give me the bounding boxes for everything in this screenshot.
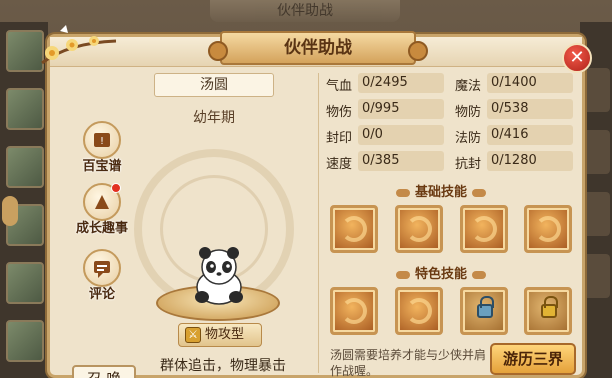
stat-label: 魔法 xyxy=(455,79,482,94)
basic-skill-slot[interactable] xyxy=(460,205,508,253)
special-skill-slot[interactable] xyxy=(395,287,443,335)
partner-name: 汤圆 xyxy=(154,73,274,97)
treasure-book-icon: ! xyxy=(83,121,121,159)
basic-skill-slot[interactable] xyxy=(330,205,378,253)
right-tab[interactable] xyxy=(582,192,610,236)
partner-stage: 幼年期 xyxy=(193,110,235,126)
ornament-icon xyxy=(396,270,411,279)
stat-label: 封印 xyxy=(326,131,353,146)
close-icon[interactable]: ✕ xyxy=(562,43,592,73)
stat-label: 气血 xyxy=(326,79,353,94)
basic-skills-title: 基础技能 xyxy=(414,185,467,200)
ornament-icon xyxy=(396,188,411,197)
scroll-left-arrow-icon[interactable] xyxy=(2,196,18,226)
right-tab[interactable] xyxy=(582,254,610,298)
stat-value: 0/0 xyxy=(358,125,444,145)
stat-value: 0/1400 xyxy=(487,73,573,93)
partner-assist-dialog: 伙伴助战 ✕ 汤圆 幼年期 ! 百宝谱 成长趣事 评论 ⚔ 物攻型 群体追击，物… xyxy=(41,25,592,378)
attack-type-icon: ⚔ xyxy=(185,327,201,343)
special-skill-slot-locked[interactable] xyxy=(460,287,508,335)
journey-button[interactable]: 游历三界 xyxy=(490,343,576,375)
summon-button[interactable]: 召 唤 xyxy=(72,365,136,378)
cultivation-note: 汤圆需要培养才能与少侠并肩作战喔。 xyxy=(330,348,487,378)
dialog-title: 伙伴助战 xyxy=(208,31,428,65)
partner-portrait[interactable] xyxy=(6,262,44,304)
special-skill-slot[interactable] xyxy=(330,287,378,335)
treasure-book-button[interactable]: ! 百宝谱 xyxy=(70,121,134,174)
comment-icon xyxy=(83,249,121,287)
basic-skill-slot[interactable] xyxy=(395,205,443,253)
lock-icon xyxy=(477,296,494,318)
stat-label: 速度 xyxy=(326,157,353,172)
stat-value: 0/385 xyxy=(358,151,444,171)
plum-blossom-icon xyxy=(41,25,117,65)
stat-value: 0/995 xyxy=(358,99,444,119)
partner-description: 群体追击，物理暴击 xyxy=(160,358,286,374)
special-skill-slot-locked[interactable] xyxy=(524,287,572,335)
stat-value: 0/1280 xyxy=(487,151,573,171)
growth-story-icon xyxy=(83,183,121,221)
background-title: 伙伴助战 xyxy=(210,0,400,22)
ornament-icon xyxy=(471,188,486,197)
stat-value: 0/416 xyxy=(487,125,573,145)
svg-text:!: ! xyxy=(100,136,104,147)
right-tab[interactable] xyxy=(582,68,610,112)
stat-label: 法防 xyxy=(455,131,482,146)
stat-label: 物伤 xyxy=(326,105,353,120)
basic-skills-heading: 基础技能 xyxy=(385,181,497,200)
basic-skill-slot[interactable] xyxy=(524,205,572,253)
partner-portrait[interactable] xyxy=(6,146,44,188)
comment-button[interactable]: 评论 xyxy=(70,249,134,302)
partner-type-label: 物攻型 xyxy=(205,327,245,342)
partner-display-panel: 汤圆 幼年期 ! 百宝谱 成长趣事 评论 ⚔ 物攻型 群体追击，物理暴击 xyxy=(58,73,312,378)
stat-label: 物防 xyxy=(455,105,482,120)
special-skills-heading: 特色技能 xyxy=(385,263,497,282)
lock-icon xyxy=(541,296,558,318)
growth-story-button[interactable]: 成长趣事 xyxy=(70,183,134,236)
special-skills-title: 特色技能 xyxy=(414,267,467,282)
partner-type-badge: ⚔ 物攻型 xyxy=(178,323,262,347)
ornament-icon xyxy=(471,270,486,279)
stat-value: 0/538 xyxy=(487,99,573,119)
partner-portrait[interactable] xyxy=(6,320,44,362)
right-tab[interactable] xyxy=(582,130,610,174)
stat-label: 抗封 xyxy=(455,157,482,172)
panel-divider xyxy=(318,73,319,373)
panda-partner-icon[interactable] xyxy=(188,243,250,307)
alert-dot xyxy=(111,183,121,193)
stat-value: 0/2495 xyxy=(358,73,444,93)
partner-portrait[interactable] xyxy=(6,88,44,130)
